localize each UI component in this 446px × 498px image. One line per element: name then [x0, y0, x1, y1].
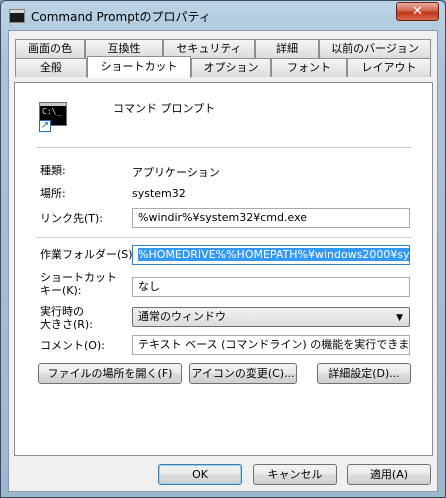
cancel-button[interactable]: キャンセル — [253, 464, 337, 485]
tab-previous-versions[interactable]: 以前のバージョン — [319, 39, 431, 58]
window-title: Command Promptのプロパティ — [31, 10, 211, 24]
open-file-location-button[interactable]: ファイルの場所を開く(F) — [38, 363, 182, 384]
run-select[interactable]: 通常のウィンドウ ▼ — [132, 307, 410, 327]
tab-colors[interactable]: 画面の色 — [15, 39, 85, 58]
tab-layout[interactable]: レイアウト — [347, 58, 431, 77]
tab-row-front: 全般 ショートカット オプション フォント レイアウト — [9, 56, 439, 78]
apply-button[interactable]: 適用(A) — [347, 464, 431, 485]
run-label: 実行時の 大きさ(R): — [40, 305, 93, 331]
close-button[interactable]: ✕ — [396, 2, 439, 21]
tab-general[interactable]: 全般 — [15, 58, 87, 77]
tab-details[interactable]: 詳細 — [255, 39, 319, 58]
separator — [36, 147, 412, 148]
location-label: 場所: — [40, 187, 66, 200]
shortcut-key-field[interactable]: なし — [132, 277, 410, 297]
change-icon-button[interactable]: アイコンの変更(C)... — [189, 363, 297, 384]
shortcut-tab-page: C:\_ ↗ コマンド プロンプト 種類: アプリケーション 場所: syste… — [14, 82, 433, 456]
type-value: アプリケーション — [132, 166, 220, 179]
separator — [36, 237, 412, 238]
shortcut-name: コマンド プロンプト — [113, 102, 216, 115]
tab-font[interactable]: フォント — [271, 58, 347, 77]
properties-dialog: Command Promptのプロパティ ✕ 画面の色 互換性 セキュリティ 詳… — [0, 0, 446, 498]
tab-shortcut[interactable]: ショートカット — [87, 56, 191, 78]
console-icon — [9, 9, 25, 23]
target-field[interactable]: %windir%¥system32¥cmd.exe — [132, 208, 410, 228]
start-in-label: 作業フォルダー(S): — [40, 248, 137, 261]
chevron-down-icon: ▼ — [396, 313, 403, 323]
dialog-body: 画面の色 互換性 セキュリティ 詳細 以前のバージョン 全般 ショートカット オ… — [8, 30, 438, 492]
tab-row-back: 画面の色 互換性 セキュリティ 詳細 以前のバージョン — [9, 39, 439, 58]
command-prompt-icon: C:\_ ↗ — [39, 102, 69, 134]
start-in-value: %HOMEDRIVE%%HOMEPATH%¥windows2000¥syori2 — [138, 248, 409, 261]
advanced-button[interactable]: 詳細設定(D)... — [317, 363, 411, 384]
type-label: 種類: — [40, 164, 66, 177]
start-in-field[interactable]: %HOMEDRIVE%%HOMEPATH%¥windows2000¥syori2 — [132, 245, 410, 265]
location-value: system32 — [132, 187, 186, 200]
shortcut-key-label: ショートカット キー(K): — [40, 271, 117, 297]
comment-label: コメント(O): — [40, 339, 105, 352]
run-select-value: 通常のウィンドウ — [138, 310, 226, 323]
target-label: リンク先(T): — [40, 212, 104, 225]
title-bar[interactable]: Command Promptのプロパティ ✕ — [1, 1, 445, 31]
ok-button[interactable]: OK — [158, 464, 242, 485]
comment-field[interactable]: テキスト ベース (コマンドライン) の機能を実行できます。 — [132, 335, 410, 355]
tab-options[interactable]: オプション — [191, 58, 271, 77]
shortcut-arrow-icon: ↗ — [39, 120, 51, 132]
